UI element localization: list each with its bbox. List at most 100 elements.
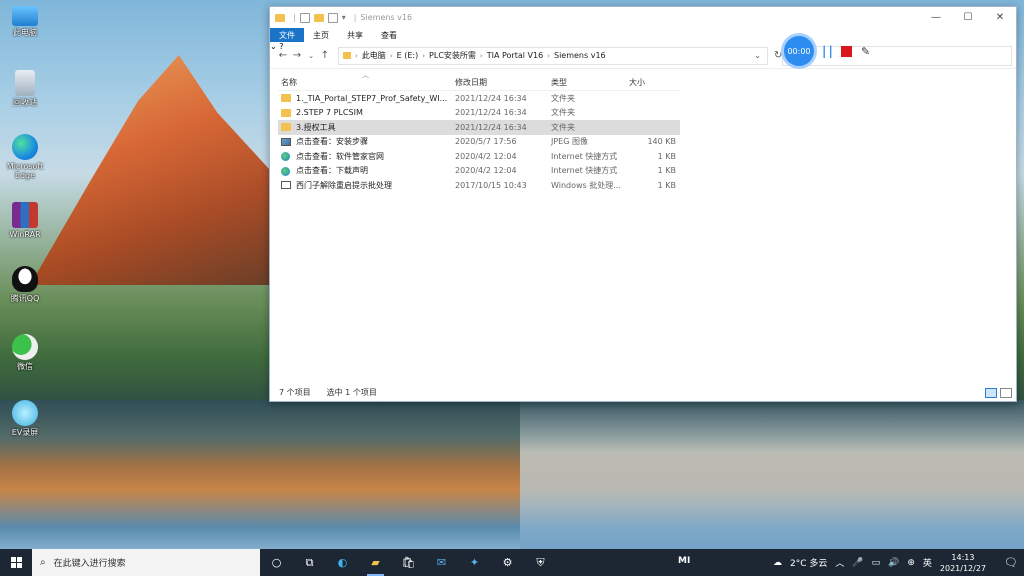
- properties-icon[interactable]: [299, 12, 310, 23]
- pen-icon[interactable]: ✎: [861, 45, 870, 58]
- file-date: 2020/5/7 17:56: [455, 137, 517, 147]
- maximize-button[interactable]: ☐: [952, 7, 984, 28]
- network-icon[interactable]: ▭: [872, 558, 881, 568]
- file-row[interactable]: 2.STEP 7 PLCSIM 2021/12/24 16:34 文件夹: [278, 106, 680, 121]
- forward-arrow-icon[interactable]: →: [290, 50, 304, 61]
- recorder-taskbar-icon[interactable]: ✦: [458, 549, 491, 576]
- file-row[interactable]: 点击查看：下载声明 2020/4/2 12:04 Internet 快捷方式 1 KB: [278, 164, 680, 179]
- desktop-icon-qq[interactable]: 腾讯QQ: [4, 266, 46, 303]
- image-icon: [281, 137, 291, 146]
- taskbar-search[interactable]: ⌕ 在此键入进行搜索: [32, 549, 260, 576]
- file-size: 1 KB: [657, 166, 676, 176]
- file-type: Windows 批处理...: [551, 180, 621, 190]
- item-count: 7 个项目: [279, 387, 311, 397]
- address-bar[interactable]: › 此电脑 › E (E:) › PLC安装所需 › TIA Portal V1…: [338, 46, 768, 65]
- desktop-icon-ev-recorder[interactable]: EV录屏: [4, 400, 46, 437]
- settings-icon[interactable]: ⚙: [491, 549, 524, 576]
- breadcrumb-this-pc[interactable]: 此电脑: [362, 50, 386, 61]
- file-date: 2021/12/24 16:34: [455, 108, 527, 118]
- notification-icon[interactable]: 🗨: [998, 556, 1024, 569]
- weather-text[interactable]: 2°C 多云: [790, 556, 827, 569]
- file-type: Internet 快捷方式: [551, 166, 618, 176]
- large-icons-view-icon[interactable]: [1000, 388, 1012, 398]
- file-explorer-window[interactable]: | ▾ | Siemens v16 — ☐ ✕ 文件 主页 共享 查看 ⌄ ? …: [269, 6, 1017, 402]
- column-headers: ︿ 名称 修改日期 类型 大小: [278, 71, 680, 91]
- file-list: ︿ 名称 修改日期 类型 大小 1._TIA_Portal_STEP7_Prof…: [278, 71, 680, 193]
- tab-view[interactable]: 查看: [372, 28, 406, 42]
- file-name: 点击查看：下载声明: [296, 166, 368, 176]
- security-shield-icon[interactable]: ⛨: [524, 549, 557, 576]
- quick-access-icon[interactable]: [327, 12, 338, 23]
- folder-icon: [275, 13, 285, 22]
- breadcrumb-plc[interactable]: PLC安装所需: [429, 50, 476, 61]
- search-icon: ⌕: [40, 557, 46, 568]
- chevron-down-icon[interactable]: ⌄: [754, 51, 761, 60]
- column-size[interactable]: 大小: [629, 77, 645, 88]
- breadcrumb-tia-portal[interactable]: TIA Portal V16: [487, 51, 543, 60]
- file-name: 1._TIA_Portal_STEP7_Prof_Safety_WI...: [296, 93, 448, 103]
- file-row[interactable]: 西门子解除重启提示批处理 2017/10/15 10:43 Windows 批处理.…: [278, 178, 680, 193]
- desktop-icon-label: Microsoft Edge: [6, 162, 44, 180]
- file-row[interactable]: 3.授权工具 2021/12/24 16:34 文件夹: [278, 120, 680, 135]
- edge-taskbar-icon[interactable]: ◐: [326, 549, 359, 576]
- desktop-icon-this-pc[interactable]: 此电脑: [4, 6, 46, 37]
- tab-share[interactable]: 共享: [338, 28, 372, 42]
- up-arrow-icon[interactable]: ↑: [318, 50, 332, 61]
- folder-icon: [281, 108, 291, 117]
- link-icon: [281, 152, 290, 161]
- file-type: 文件夹: [551, 108, 575, 118]
- file-explorer-taskbar-icon[interactable]: ▰: [359, 549, 392, 576]
- desktop-icon-winrar[interactable]: WinRAR: [4, 202, 46, 239]
- file-type: Internet 快捷方式: [551, 151, 618, 161]
- volume-icon[interactable]: 🔊: [888, 558, 899, 568]
- column-date[interactable]: 修改日期: [455, 77, 487, 88]
- file-name: 点击查看：软件管家官网: [296, 151, 384, 161]
- window-title: Siemens v16: [360, 13, 413, 22]
- mail-icon[interactable]: ✉: [425, 549, 458, 576]
- tab-home[interactable]: 主页: [304, 28, 338, 42]
- file-size: 1 KB: [657, 180, 676, 190]
- task-view-icon[interactable]: ⧉: [293, 549, 326, 576]
- file-row[interactable]: 点击查看：软件管家官网 2020/4/2 12:04 Internet 快捷方式 1 …: [278, 149, 680, 164]
- desktop-icon-wechat[interactable]: 微信: [4, 334, 46, 371]
- recording-timer[interactable]: 00:00: [784, 36, 814, 66]
- ev-recorder-icon: [12, 400, 38, 426]
- desktop-icon-edge[interactable]: Microsoft Edge: [4, 134, 46, 180]
- computer-icon: [12, 6, 38, 26]
- ime-indicator[interactable]: 英: [923, 556, 932, 569]
- wallpaper-lake-reflection: [520, 400, 1024, 550]
- minimize-button[interactable]: —: [920, 7, 952, 28]
- recent-chevron-icon[interactable]: ⌄: [304, 52, 318, 60]
- folder-icon: [281, 94, 291, 102]
- chevron-down-icon[interactable]: ▾: [342, 13, 346, 22]
- file-date: 2017/10/15 10:43: [455, 180, 527, 190]
- pause-icon[interactable]: | |: [822, 44, 833, 58]
- back-arrow-icon[interactable]: ←: [276, 50, 290, 61]
- desktop-icon-label: 腾讯QQ: [10, 294, 40, 303]
- column-type[interactable]: 类型: [551, 77, 567, 88]
- breadcrumb-siemens[interactable]: Siemens v16: [554, 51, 606, 60]
- mi-logo[interactable]: MI: [678, 556, 690, 566]
- file-row[interactable]: 1._TIA_Portal_STEP7_Prof_Safety_WI... 202…: [278, 91, 680, 106]
- cortana-icon[interactable]: ○: [260, 549, 293, 576]
- new-folder-icon[interactable]: [313, 13, 324, 22]
- details-view-icon[interactable]: [985, 388, 997, 398]
- wallpaper-mountain: [30, 55, 270, 285]
- file-type: 文件夹: [551, 122, 575, 132]
- file-date: 2021/12/24 16:34: [455, 122, 527, 132]
- stop-icon[interactable]: [840, 45, 852, 57]
- file-row[interactable]: 点击查看：安装步骤 2020/5/7 17:56 JPEG 图像 140 KB: [278, 135, 680, 150]
- title-bar[interactable]: | ▾ | Siemens v16: [270, 7, 1016, 28]
- chevron-up-icon[interactable]: ︿: [835, 556, 844, 569]
- desktop-icon-recycle-bin[interactable]: 回收站: [4, 70, 46, 107]
- clock-date: 2021/12/27: [939, 563, 986, 573]
- globe-icon[interactable]: ⊕: [907, 558, 915, 568]
- start-button[interactable]: [0, 549, 32, 576]
- close-button[interactable]: ✕: [984, 7, 1016, 28]
- store-icon[interactable]: 🛍: [392, 549, 425, 576]
- tab-file[interactable]: 文件: [270, 28, 304, 42]
- microphone-icon[interactable]: 🎤: [852, 558, 863, 568]
- clock[interactable]: 14:13 2021/12/27: [940, 552, 986, 574]
- column-name[interactable]: 名称: [281, 77, 297, 88]
- breadcrumb-drive-e[interactable]: E (E:): [397, 51, 419, 60]
